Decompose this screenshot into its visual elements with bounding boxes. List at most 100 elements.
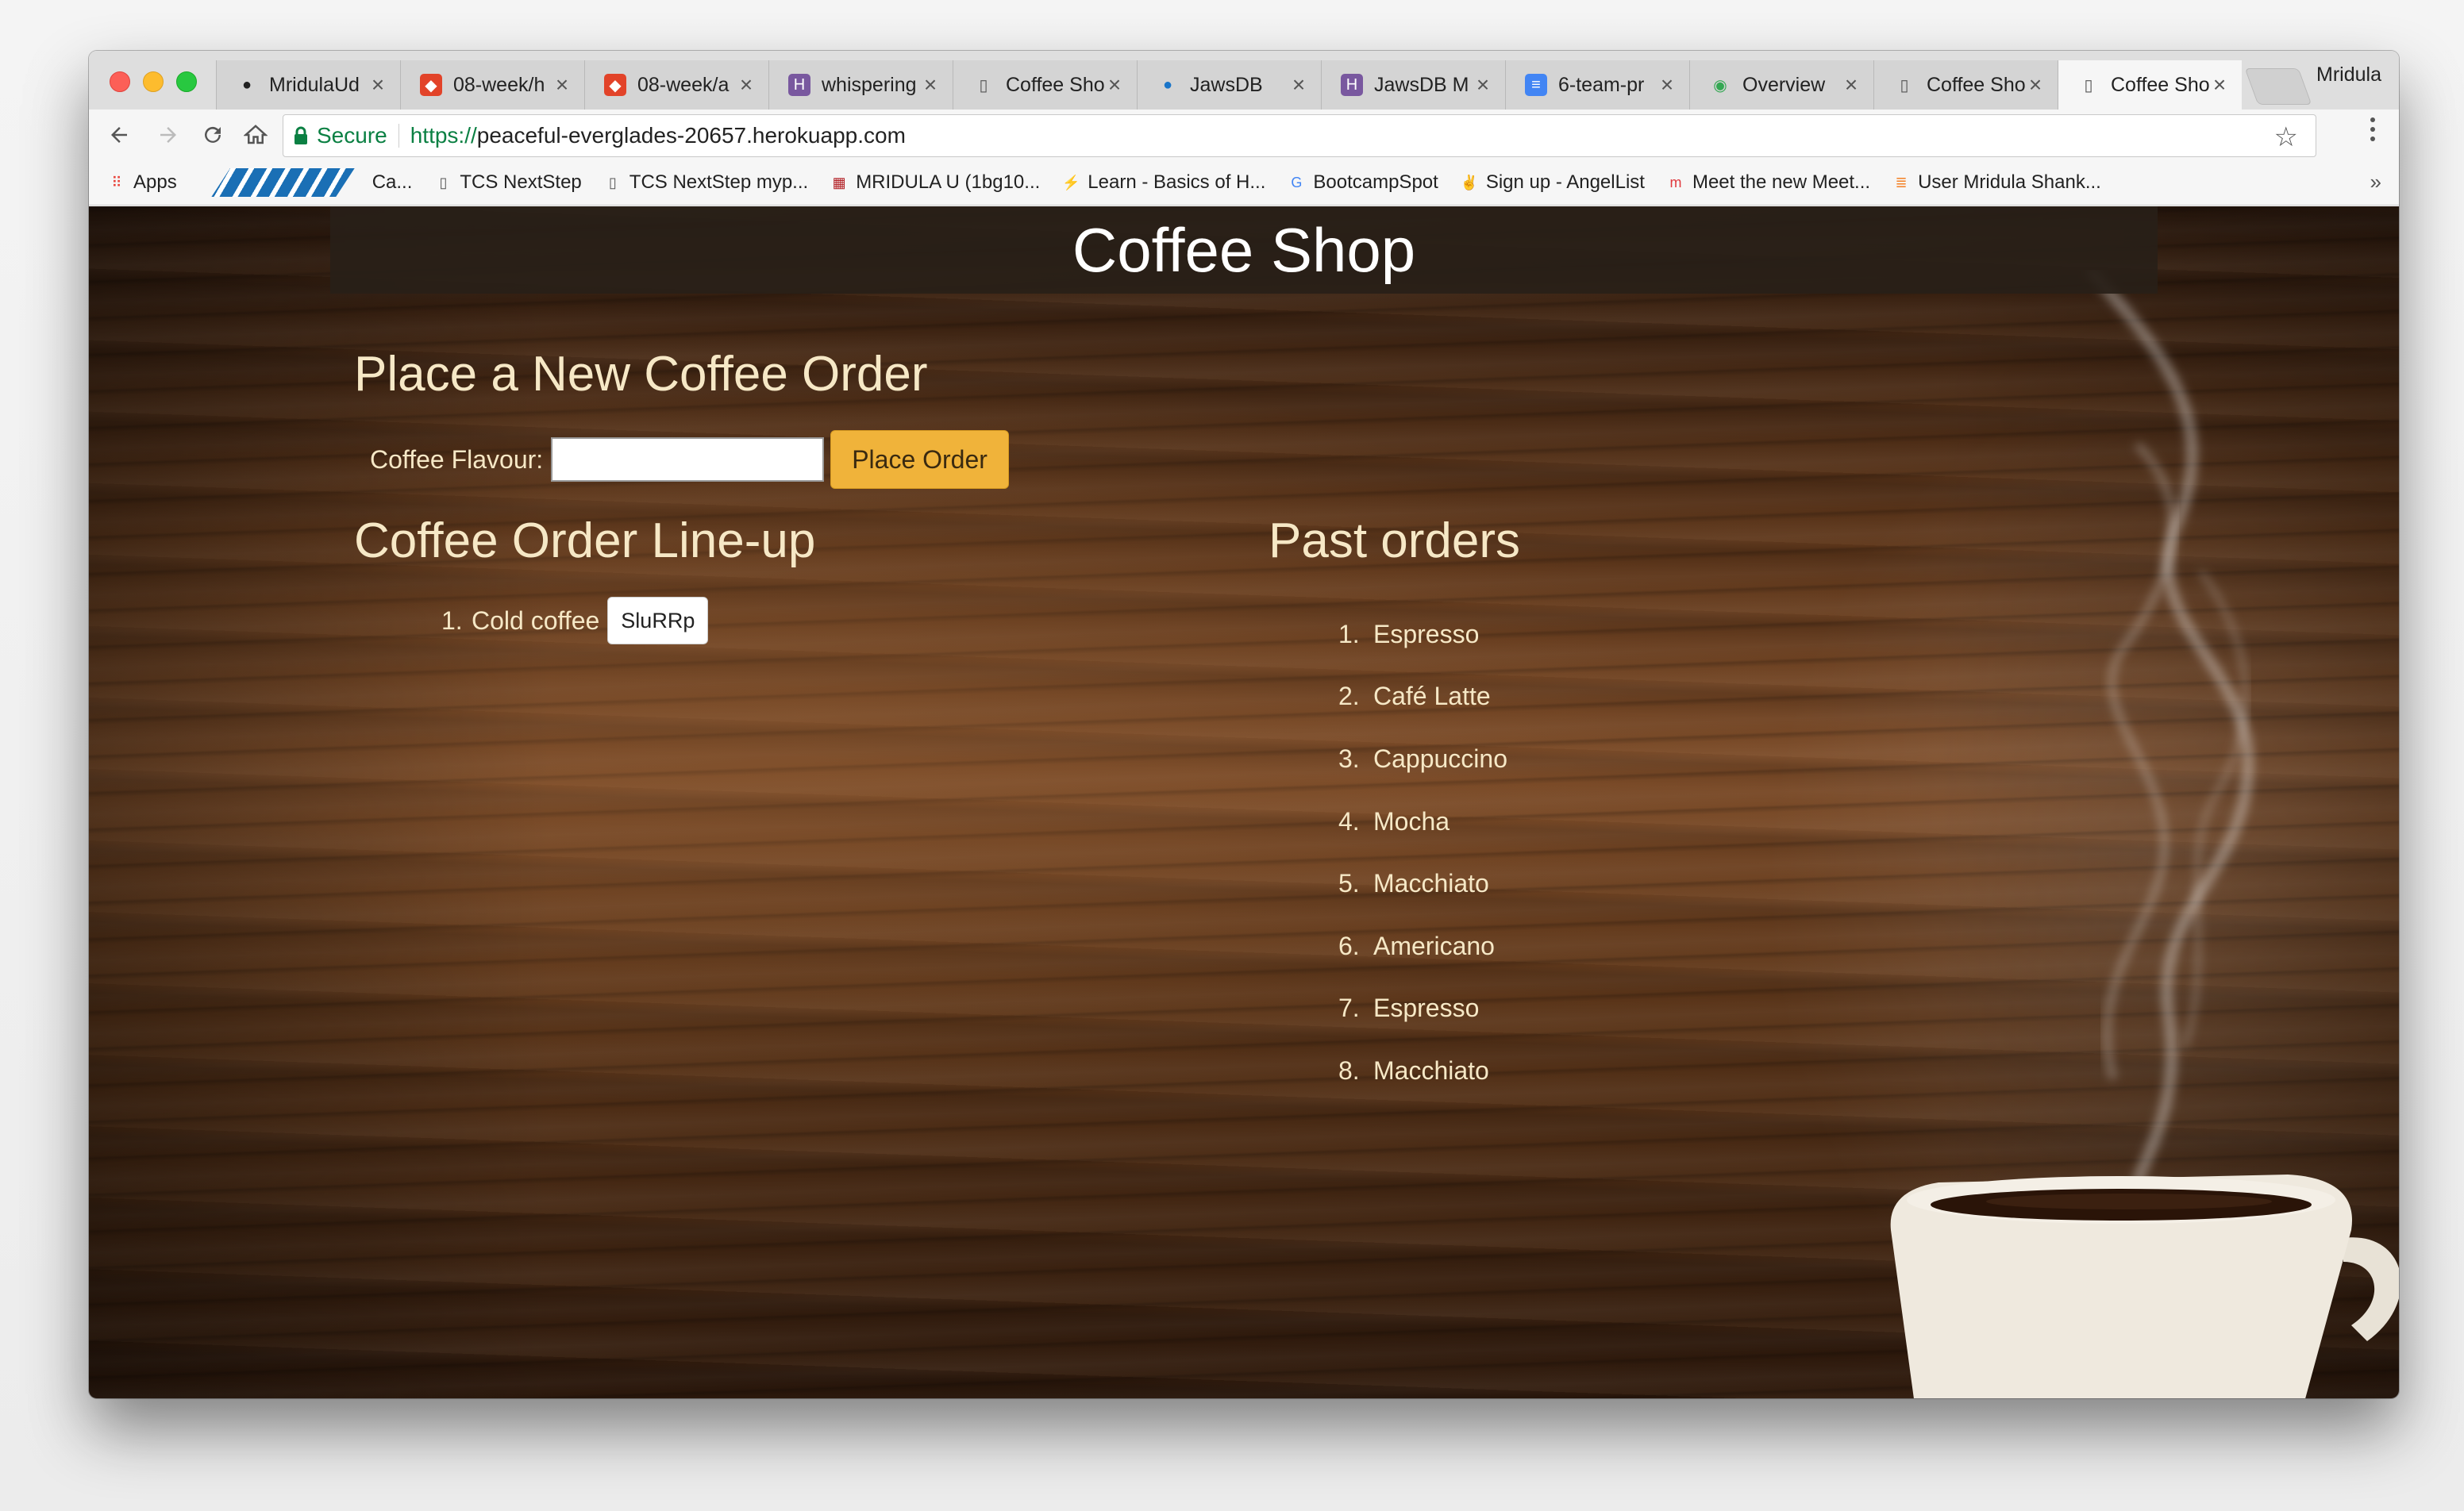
bookmark-label: Learn - Basics of H... bbox=[1088, 171, 1266, 193]
item-number: 7. bbox=[1338, 994, 1360, 1023]
angellist-icon: ✌ bbox=[1460, 174, 1479, 190]
past-order-item: 8. Macchiato bbox=[1338, 1040, 1507, 1102]
window-controls bbox=[110, 71, 197, 92]
stackoverflow-icon: ≣ bbox=[1895, 174, 1908, 190]
browser-tab[interactable]: H JawsDB M × bbox=[1321, 60, 1505, 110]
stripe-logo-icon bbox=[211, 168, 355, 197]
reload-icon bbox=[205, 126, 221, 143]
close-tab-icon[interactable]: × bbox=[1289, 72, 1308, 98]
bookmark-star-icon[interactable]: ☆ bbox=[2274, 121, 2298, 153]
forward-arrow-icon bbox=[160, 127, 176, 143]
reload-button[interactable] bbox=[195, 117, 230, 152]
place-order-button[interactable]: Place Order bbox=[830, 430, 1009, 489]
address-bar[interactable]: Secure https:// peaceful-everglades-2065… bbox=[283, 114, 2316, 157]
lock-icon bbox=[295, 126, 307, 144]
item-number: 2. bbox=[1338, 682, 1360, 711]
close-tab-icon[interactable]: × bbox=[368, 72, 387, 98]
apps-grid-icon: ⠿ bbox=[111, 174, 122, 190]
browser-toolbar: Secure https:// peaceful-everglades-2065… bbox=[89, 110, 2399, 160]
flavour-input[interactable] bbox=[551, 437, 825, 482]
past-order-item: 3. Cappuccino bbox=[1338, 728, 1507, 790]
close-tab-icon[interactable]: × bbox=[2210, 72, 2229, 98]
past-order-item: 5. Macchiato bbox=[1338, 852, 1507, 915]
url-scheme: https:// bbox=[410, 123, 477, 148]
bookmark-label: BootcampSpot bbox=[1313, 171, 1438, 193]
bookmark-item[interactable]: ✌ Sign up - AngelList bbox=[1461, 171, 1645, 194]
browser-tab[interactable]: ● MridulaUd × bbox=[216, 60, 400, 110]
past-order-item: 6. Americano bbox=[1338, 915, 1507, 978]
bookmark-item[interactable]: ▯ TCS NextStep myp... bbox=[604, 171, 808, 194]
close-tab-icon[interactable]: × bbox=[1842, 72, 1861, 98]
bookmark-item[interactable]: Ca... bbox=[199, 168, 413, 197]
past-order-name: Café Latte bbox=[1373, 682, 1491, 711]
bookmarks-overflow-icon[interactable]: » bbox=[2370, 170, 2381, 194]
browser-tab[interactable]: ◆ 08-week/h × bbox=[400, 60, 584, 110]
new-order-heading: Place a New Coffee Order bbox=[354, 347, 928, 402]
past-orders-heading: Past orders bbox=[1269, 513, 1521, 568]
close-tab-icon[interactable]: × bbox=[1657, 72, 1677, 98]
item-number: 1. bbox=[1338, 619, 1360, 648]
bookmark-label: Apps bbox=[133, 171, 177, 193]
tab-label: Coffee Sho bbox=[1927, 73, 2026, 96]
browser-tab[interactable]: ▯ Coffee Sho × bbox=[2058, 60, 2242, 110]
heroku-icon: H bbox=[1341, 74, 1363, 96]
minimize-window-button[interactable] bbox=[143, 71, 164, 92]
zoom-window-button[interactable] bbox=[176, 71, 197, 92]
close-tab-icon[interactable]: × bbox=[1473, 72, 1492, 98]
chrome-icon: ◉ bbox=[1713, 76, 1727, 94]
browser-tab[interactable]: ▯ Coffee Sho × bbox=[1873, 60, 2058, 110]
bookmark-label: Ca... bbox=[372, 171, 413, 193]
browser-menu-icon[interactable] bbox=[2369, 117, 2377, 141]
address-separator bbox=[398, 124, 399, 148]
bookmark-label: TCS NextStep bbox=[460, 171, 582, 193]
tab-label: whispering bbox=[822, 73, 917, 96]
bookmark-item[interactable]: ⠿ Apps bbox=[108, 171, 177, 194]
site-banner: Coffee Shop bbox=[330, 206, 2158, 294]
new-tab-button[interactable] bbox=[2244, 68, 2312, 105]
back-button[interactable] bbox=[102, 117, 137, 152]
browser-tab[interactable]: ● JawsDB × bbox=[1137, 60, 1321, 110]
browser-tab[interactable]: ◆ 08-week/a × bbox=[584, 60, 768, 110]
close-window-button[interactable] bbox=[110, 71, 130, 92]
tab-label: 08-week/a bbox=[637, 73, 730, 96]
gitlab-icon: ◆ bbox=[420, 74, 442, 96]
bookmark-item[interactable]: ▯ TCS NextStep bbox=[434, 171, 581, 194]
gitlab-icon: ◆ bbox=[604, 74, 626, 96]
past-order-name: Americano bbox=[1373, 931, 1495, 960]
browser-tab[interactable]: ◉ Overview × bbox=[1689, 60, 1873, 110]
tab-label: Coffee Sho bbox=[1006, 73, 1105, 96]
profile-name[interactable]: Mridula bbox=[2316, 63, 2381, 87]
slurp-button[interactable]: SluRRp bbox=[607, 597, 709, 644]
bookmark-list: ⠿ Apps Ca... ▯ TCS NextStep ▯ TCS NextStep myp… bbox=[89, 168, 2123, 197]
bookmark-item[interactable]: ⚡ Learn - Basics of H... bbox=[1062, 171, 1265, 194]
secure-indicator[interactable]: Secure bbox=[293, 123, 387, 148]
page-icon: ▯ bbox=[608, 174, 617, 190]
close-tab-icon[interactable]: × bbox=[2026, 72, 2045, 98]
tab-label: Overview bbox=[1742, 73, 1826, 96]
home-button[interactable] bbox=[238, 117, 273, 152]
browser-window: ● MridulaUd × ◆ 08-week/h × ◆ 08-week/a × Hwhispe… bbox=[89, 51, 2399, 1398]
past-order-name: Mocha bbox=[1373, 806, 1450, 836]
bookmark-item[interactable]: ▦ MRIDULA U (1bg10... bbox=[830, 171, 1041, 194]
past-order-item: 2. Café Latte bbox=[1338, 666, 1507, 729]
jawsdb-icon: ● bbox=[1162, 75, 1173, 94]
learn-icon: ⚡ bbox=[1062, 174, 1080, 190]
close-tab-icon[interactable]: × bbox=[552, 72, 572, 98]
url-host: peaceful-everglades-20657.herokuapp.com bbox=[476, 123, 906, 148]
close-tab-icon[interactable]: × bbox=[1105, 72, 1124, 98]
bookmark-label: MRIDULA U (1bg10... bbox=[856, 171, 1041, 193]
past-order-name: Espresso bbox=[1373, 619, 1480, 648]
close-tab-icon[interactable]: × bbox=[737, 72, 756, 98]
bookmark-item[interactable]: m Meet the new Meet... bbox=[1667, 171, 1870, 194]
close-tab-icon[interactable]: × bbox=[921, 72, 940, 98]
bookmarks-bar: ⠿ Apps Ca... ▯ TCS NextStep ▯ TCS NextStep myp… bbox=[89, 160, 2399, 206]
bookmark-item[interactable]: G BootcampSpot bbox=[1288, 171, 1438, 194]
tab-label: 08-week/h bbox=[453, 73, 545, 96]
browser-tab[interactable]: Hwhispering × bbox=[768, 60, 953, 110]
bookmark-label: TCS NextStep myp... bbox=[629, 171, 809, 193]
browser-tab[interactable]: ▯ Coffee Sho × bbox=[953, 60, 1137, 110]
browser-tab[interactable]: ≡ 6-team-pr × bbox=[1505, 60, 1689, 110]
forward-button[interactable] bbox=[151, 117, 186, 152]
heroku-icon: H bbox=[788, 74, 810, 96]
bookmark-item[interactable]: ≣ User Mridula Shank... bbox=[1892, 171, 2101, 194]
